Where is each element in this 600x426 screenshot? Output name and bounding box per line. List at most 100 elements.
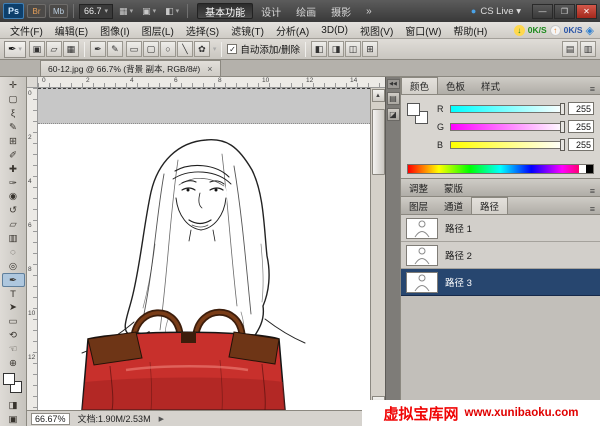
line-tool-button[interactable]: ╲ xyxy=(177,41,193,57)
ruler-origin-corner[interactable] xyxy=(27,77,38,88)
tab-adjustments[interactable]: 调整 xyxy=(401,179,436,196)
green-slider[interactable] xyxy=(450,123,564,131)
move-tool[interactable]: ✛ xyxy=(2,79,25,93)
path-item-3-selected[interactable]: 路径 3 xyxy=(401,269,600,296)
menu-analysis[interactable]: 分析(A) xyxy=(270,22,315,39)
tab-masks[interactable]: 蒙版 xyxy=(436,179,471,196)
checkbox-checked-icon[interactable]: ✓ xyxy=(227,44,237,54)
bridge-button[interactable]: Br xyxy=(27,4,46,18)
workspace-design[interactable]: 设计 xyxy=(254,3,288,19)
path-select-tool[interactable]: ➤ xyxy=(2,301,25,315)
pen-tool-button[interactable]: ✒ xyxy=(90,41,106,57)
minimize-button[interactable]: — xyxy=(532,4,553,19)
black-swatch[interactable] xyxy=(586,165,593,173)
blue-slider[interactable] xyxy=(450,141,564,149)
panel-menu-icon[interactable]: ≡ xyxy=(585,84,600,94)
red-slider[interactable] xyxy=(450,105,564,113)
menu-window[interactable]: 窗口(W) xyxy=(399,22,447,39)
close-button[interactable]: ✕ xyxy=(576,4,597,19)
menu-layer[interactable]: 图层(L) xyxy=(136,22,180,39)
minibridge-button[interactable]: Mb xyxy=(49,4,68,18)
screen-mode-toggle[interactable]: ▣ xyxy=(2,412,25,426)
combine-subtract-button[interactable]: ◨ xyxy=(328,41,344,57)
canvas-viewport[interactable] xyxy=(38,88,370,410)
clone-stamp-tool[interactable]: ◉ xyxy=(2,190,25,204)
panel-toggle-button[interactable]: ▥ xyxy=(580,41,596,57)
type-tool[interactable]: T xyxy=(2,287,25,301)
tab-styles[interactable]: 样式 xyxy=(473,77,508,94)
zoom-level-field[interactable]: 66.7 ▾ xyxy=(79,4,113,19)
collapsed-panel-button[interactable]: ◪ xyxy=(387,108,400,121)
hand-tool[interactable]: ☜ xyxy=(2,343,25,357)
combine-intersect-button[interactable]: ◫ xyxy=(345,41,361,57)
workspace-painting[interactable]: 绘画 xyxy=(289,3,323,19)
slider-thumb[interactable] xyxy=(560,139,565,151)
screen-mode-button[interactable]: ◧ ▾ xyxy=(162,3,182,19)
slider-thumb[interactable] xyxy=(560,121,565,133)
scrollbar-thumb[interactable] xyxy=(372,109,385,175)
document-tab[interactable]: 60-12.jpg @ 66.7% (背景 副本, RGB/8#) × xyxy=(40,60,221,76)
menu-edit[interactable]: 编辑(E) xyxy=(49,22,94,39)
menu-select[interactable]: 选择(S) xyxy=(180,22,225,39)
menu-help[interactable]: 帮助(H) xyxy=(447,22,493,39)
combine-exclude-button[interactable]: ⊞ xyxy=(362,41,378,57)
collapsed-panel-button[interactable]: ▤ xyxy=(387,92,400,105)
eraser-tool[interactable]: ▱ xyxy=(2,218,25,232)
history-brush-tool[interactable]: ↺ xyxy=(2,204,25,218)
tab-channels[interactable]: 通道 xyxy=(436,197,471,214)
crop-tool[interactable]: ⊞ xyxy=(2,135,25,149)
eyedropper-tool[interactable]: ✐ xyxy=(2,148,25,162)
white-swatch[interactable] xyxy=(579,165,586,173)
status-menu-arrow-icon[interactable]: ▶ xyxy=(159,415,164,423)
freeform-pen-button[interactable]: ✎ xyxy=(107,41,123,57)
workspace-essentials[interactable]: 基本功能 xyxy=(197,3,253,19)
panel-menu-icon[interactable]: ≡ xyxy=(585,186,600,196)
gradient-tool[interactable]: ▥ xyxy=(2,232,25,246)
rectangle-tool-button[interactable]: ▭ xyxy=(126,41,142,57)
ellipse-tool-button[interactable]: ○ xyxy=(160,41,176,57)
tab-paths[interactable]: 路径 xyxy=(471,197,508,214)
zoom-tool[interactable]: ⊕ xyxy=(2,357,25,371)
status-zoom-field[interactable]: 66.67% xyxy=(31,413,70,425)
rounded-rect-tool-button[interactable]: ▢ xyxy=(143,41,159,57)
panel-menu-icon[interactable]: ≡ xyxy=(585,204,600,214)
shape-tool[interactable]: ▭ xyxy=(2,315,25,329)
healing-brush-tool[interactable]: ✚ xyxy=(2,162,25,176)
foreground-color-swatch[interactable] xyxy=(407,103,420,116)
shape-layers-button[interactable]: ▣ xyxy=(29,41,45,57)
tab-swatches[interactable]: 色板 xyxy=(438,77,473,94)
view-extras-button[interactable]: ▦ ▾ xyxy=(116,3,136,19)
vertical-scrollbar[interactable]: ▲ ▼ xyxy=(370,88,385,410)
cs-live-button[interactable]: ● CS Live ▾ xyxy=(465,3,527,19)
path-item-1[interactable]: 路径 1 xyxy=(401,215,600,242)
red-value-field[interactable]: 255 xyxy=(568,102,594,115)
menu-file[interactable]: 文件(F) xyxy=(4,22,49,39)
tab-layers[interactable]: 图层 xyxy=(401,197,436,214)
horizontal-ruler[interactable]: 0 2 4 6 8 10 12 14 xyxy=(38,77,385,88)
panel-toggle-button[interactable]: ▤ xyxy=(562,41,578,57)
color-swatches-widget[interactable] xyxy=(2,372,25,396)
panel-color-swatches[interactable] xyxy=(407,101,431,159)
workspace-photography[interactable]: 摄影 xyxy=(324,3,358,19)
scroll-up-icon[interactable]: ▲ xyxy=(372,89,385,102)
quick-select-tool[interactable]: ✎ xyxy=(2,121,25,135)
auto-add-delete-option[interactable]: ✓ 自动添加/删除 xyxy=(227,42,300,56)
marquee-tool[interactable]: ▢ xyxy=(2,93,25,107)
menu-3d[interactable]: 3D(D) xyxy=(315,22,354,39)
workspace-more-button[interactable]: » xyxy=(359,3,379,19)
paths-mode-button[interactable]: ▱ xyxy=(46,41,62,57)
color-spectrum-ramp[interactable] xyxy=(407,164,594,174)
vertical-ruler[interactable]: 0 2 4 6 8 10 12 xyxy=(27,88,38,410)
menu-view[interactable]: 视图(V) xyxy=(354,22,399,39)
tool-preset-picker[interactable]: ✒ ▾ xyxy=(4,41,26,58)
tab-close-icon[interactable]: × xyxy=(207,64,212,74)
green-value-field[interactable]: 255 xyxy=(568,120,594,133)
custom-shape-tool-button[interactable]: ✿ xyxy=(194,41,210,57)
slider-thumb[interactable] xyxy=(560,103,565,115)
quick-mask-button[interactable]: ◨ xyxy=(2,398,25,412)
combine-add-button[interactable]: ◧ xyxy=(311,41,327,57)
tab-color[interactable]: 颜色 xyxy=(401,77,438,94)
chevron-down-icon[interactable]: ▾ xyxy=(213,45,217,53)
foreground-color-swatch[interactable] xyxy=(3,373,15,385)
pen-tool[interactable]: ✒ xyxy=(2,273,25,287)
